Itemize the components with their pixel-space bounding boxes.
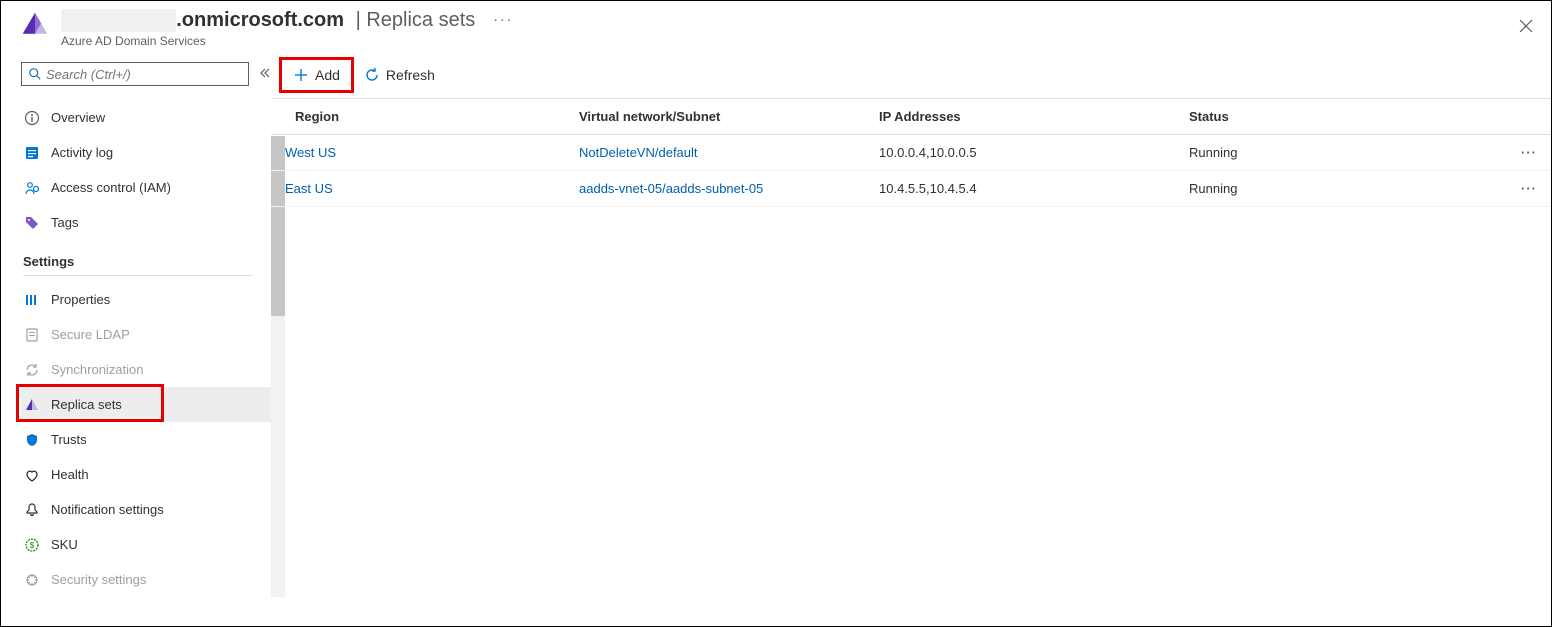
sidebar-item-label: Secure LDAP bbox=[51, 327, 130, 342]
sidebar-item-label: Notification settings bbox=[51, 502, 164, 517]
security-icon bbox=[23, 571, 41, 589]
sidebar-item-label: SKU bbox=[51, 537, 78, 552]
cell-status: Running bbox=[1181, 171, 1511, 207]
sidebar-item-label: Activity log bbox=[51, 145, 113, 160]
page-subtitle: Azure AD Domain Services bbox=[61, 34, 513, 48]
cell-ip: 10.4.5.5,10.4.5.4 bbox=[871, 171, 1181, 207]
close-icon[interactable] bbox=[1519, 19, 1533, 38]
cell-region[interactable]: East US bbox=[271, 171, 571, 207]
refresh-button[interactable]: Refresh bbox=[354, 61, 445, 89]
replica-icon bbox=[23, 396, 41, 414]
plus-icon bbox=[293, 67, 309, 83]
table-row[interactable]: East US aadds-vnet-05/aadds-subnet-05 10… bbox=[271, 171, 1551, 207]
cell-vnet[interactable]: aadds-vnet-05/aadds-subnet-05 bbox=[571, 171, 871, 207]
sidebar-item-label: Replica sets bbox=[51, 397, 122, 412]
sidebar-item-label: Tags bbox=[51, 215, 78, 230]
col-header-status[interactable]: Status bbox=[1181, 99, 1511, 135]
sidebar-item-access-control[interactable]: Access control (IAM) bbox=[21, 170, 271, 205]
service-icon bbox=[21, 11, 49, 39]
sidebar-item-label: Security settings bbox=[51, 572, 146, 587]
sidebar-item-label: Health bbox=[51, 467, 89, 482]
sidebar-item-overview[interactable]: Overview bbox=[21, 100, 271, 135]
page-title: xxxxxxxxxx.onmicrosoft.com | Replica set… bbox=[61, 9, 513, 32]
search-input[interactable] bbox=[21, 62, 249, 86]
properties-icon bbox=[23, 291, 41, 309]
sidebar-item-health[interactable]: Health bbox=[21, 457, 271, 492]
cell-ip: 10.0.0.4,10.0.0.5 bbox=[871, 135, 1181, 171]
col-header-region[interactable]: Region bbox=[271, 99, 571, 135]
cell-status: Running bbox=[1181, 135, 1511, 171]
sidebar-item-activity-log[interactable]: Activity log bbox=[21, 135, 271, 170]
domain-prefix-redacted: xxxxxxxxxx bbox=[61, 9, 176, 32]
add-button[interactable]: Add bbox=[283, 61, 350, 89]
sidebar-item-security-settings: Security settings bbox=[21, 562, 271, 597]
sidebar-item-replica-sets[interactable]: Replica sets bbox=[21, 387, 271, 422]
tag-icon bbox=[23, 214, 41, 232]
refresh-label: Refresh bbox=[386, 67, 435, 83]
sidebar-item-label: Overview bbox=[51, 110, 105, 125]
log-icon bbox=[23, 144, 41, 162]
sidebar-section-settings: Settings bbox=[23, 254, 271, 269]
toolbar: Add Refresh bbox=[271, 52, 1551, 98]
page-header: xxxxxxxxxx.onmicrosoft.com | Replica set… bbox=[1, 1, 1551, 52]
main-content: Add Refresh Region Virtual network/Subne… bbox=[271, 52, 1551, 617]
cell-vnet[interactable]: NotDeleteVN/default bbox=[571, 135, 871, 171]
ldap-icon bbox=[23, 326, 41, 344]
table-row[interactable]: West US NotDeleteVN/default 10.0.0.4,10.… bbox=[271, 135, 1551, 171]
svg-text:$: $ bbox=[30, 541, 35, 550]
sidebar-item-trusts[interactable]: Trusts bbox=[21, 422, 271, 457]
collapse-sidebar-icon[interactable] bbox=[259, 67, 271, 82]
sidebar-item-properties[interactable]: Properties bbox=[21, 282, 271, 317]
sidebar-item-secure-ldap: Secure LDAP bbox=[21, 317, 271, 352]
refresh-icon bbox=[364, 67, 380, 83]
section-divider bbox=[23, 275, 253, 276]
col-header-vnet[interactable]: Virtual network/Subnet bbox=[571, 99, 871, 135]
sidebar-item-tags[interactable]: Tags bbox=[21, 205, 271, 240]
cell-region[interactable]: West US bbox=[271, 135, 571, 171]
iam-icon bbox=[23, 179, 41, 197]
col-header-ip[interactable]: IP Addresses bbox=[871, 99, 1181, 135]
trusts-icon bbox=[23, 431, 41, 449]
sidebar-item-notification-settings[interactable]: Notification settings bbox=[21, 492, 271, 527]
sync-icon bbox=[23, 361, 41, 379]
sidebar-item-label: Synchronization bbox=[51, 362, 144, 377]
sidebar-item-sku[interactable]: $ SKU bbox=[21, 527, 271, 562]
search-icon bbox=[28, 67, 42, 81]
row-actions-icon[interactable]: ··· bbox=[1511, 135, 1551, 171]
sku-icon: $ bbox=[23, 536, 41, 554]
add-label: Add bbox=[315, 67, 340, 83]
more-actions-icon[interactable]: ··· bbox=[493, 11, 513, 27]
sidebar-item-label: Properties bbox=[51, 292, 110, 307]
sidebar: Overview Activity log Access control (IA… bbox=[1, 52, 271, 617]
row-actions-icon[interactable]: ··· bbox=[1511, 171, 1551, 207]
health-icon bbox=[23, 466, 41, 484]
bell-icon bbox=[23, 501, 41, 519]
sidebar-item-label: Trusts bbox=[51, 432, 87, 447]
sidebar-item-label: Access control (IAM) bbox=[51, 180, 171, 195]
sidebar-item-synchronization: Synchronization bbox=[21, 352, 271, 387]
replica-sets-table: Region Virtual network/Subnet IP Address… bbox=[271, 99, 1551, 207]
info-icon bbox=[23, 109, 41, 127]
